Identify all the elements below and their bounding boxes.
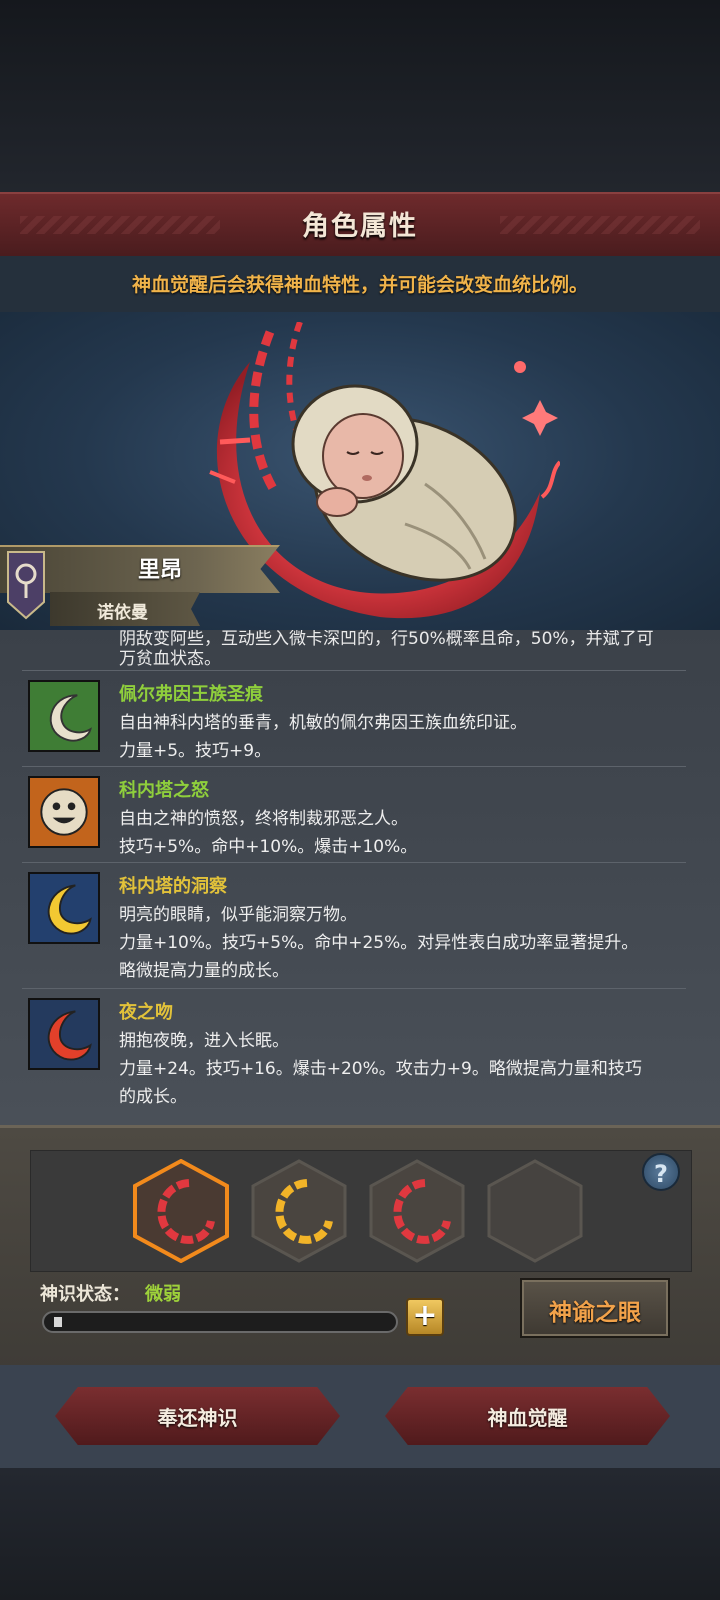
trait-stats: 力量+5。技巧+9。	[119, 741, 272, 761]
trait-stats: 技巧+5%。命中+10%。爆击+10%。	[119, 837, 418, 857]
trait-desc: 自由之神的愤怒，终将制裁邪恶之人。	[119, 809, 408, 829]
bottom-background	[0, 1468, 720, 1600]
trait-stats: 力量+10%。技巧+5%。命中+25%。对异性表白成功率显著提升。	[119, 933, 639, 953]
action-bar: 奉还神识 神血觉醒	[0, 1365, 720, 1468]
golden-crescent-icon	[28, 872, 100, 944]
smiley-sun-icon	[28, 776, 100, 848]
bloodline-panel: ? 神识状态： 微弱 + 神谕之眼	[0, 1125, 720, 1368]
divine-status-value: 微弱	[145, 1284, 181, 1305]
progress-fill	[54, 1317, 62, 1327]
character-lineage: 诺依曼	[97, 603, 148, 623]
bloodline-slot-1[interactable]	[131, 1159, 231, 1263]
awaken-blood-button[interactable]: 神血觉醒	[385, 1387, 670, 1445]
return-divine-label: 奉还神识	[157, 1406, 238, 1430]
divider	[22, 988, 686, 989]
trait-name: 佩尔弗因王族圣痕	[119, 684, 263, 705]
title-banner: 角色属性	[0, 192, 720, 258]
family-crest-icon	[7, 551, 45, 620]
trait-stats: 力量+24。技巧+16。爆击+20%。攻击力+9。略微提高力量和技巧	[119, 1059, 642, 1079]
divider	[22, 862, 686, 863]
return-divine-button[interactable]: 奉还神识	[55, 1387, 340, 1445]
trait-desc: 自由神科内塔的垂青，机敏的佩尔弗因王族血统印证。	[119, 713, 527, 733]
bloodline-slot-empty[interactable]	[485, 1159, 585, 1263]
trait-desc: 拥抱夜晚，进入长眠。	[119, 1031, 289, 1051]
add-divine-button[interactable]: +	[406, 1298, 444, 1336]
top-background	[0, 0, 720, 192]
bloodline-slot-3[interactable]	[367, 1159, 467, 1263]
bloodline-slots	[30, 1150, 692, 1272]
divine-status-label: 神识状态：	[40, 1284, 130, 1305]
white-crescent-icon	[28, 680, 100, 752]
red-crescent-icon	[28, 998, 100, 1070]
awaken-blood-label: 神血觉醒	[487, 1406, 568, 1430]
trait-list[interactable]: 阴敌变阿些，互动些入微卡深凹的，行50%概率且命，50%，并斌了可 万贫血状态。…	[0, 630, 720, 1125]
oracle-eye-button[interactable]: 神谕之眼	[520, 1278, 670, 1338]
oracle-eye-label: 神谕之眼	[549, 1300, 641, 1326]
page-title: 角色属性	[302, 211, 418, 242]
trait-name: 科内塔之怒	[119, 780, 209, 801]
trait-name: 科内塔的洞察	[119, 876, 227, 897]
divider	[22, 766, 686, 767]
awakening-hint: 神血觉醒后会获得神血特性，并可能会改变血统比例。	[131, 274, 588, 296]
character-name: 里昂	[137, 558, 182, 583]
hint-bar: 神血觉醒后会获得神血特性，并可能会改变血统比例。	[0, 256, 720, 312]
divider	[22, 670, 686, 671]
trait-desc: 明亮的眼睛，似乎能洞察万物。	[119, 905, 357, 925]
help-button[interactable]: ?	[642, 1153, 680, 1191]
trait-stats-extra: 的成长。	[119, 1087, 187, 1107]
trait-desc-cutoff-tail: 万贫血状态。	[119, 649, 221, 669]
trait-name: 夜之吻	[119, 1002, 173, 1023]
trait-stats-extra: 略微提高力量的成长。	[119, 961, 289, 981]
divine-progress-bar	[42, 1311, 398, 1333]
bloodline-slot-2[interactable]	[249, 1159, 349, 1263]
swaddled-baby-image	[291, 384, 517, 582]
